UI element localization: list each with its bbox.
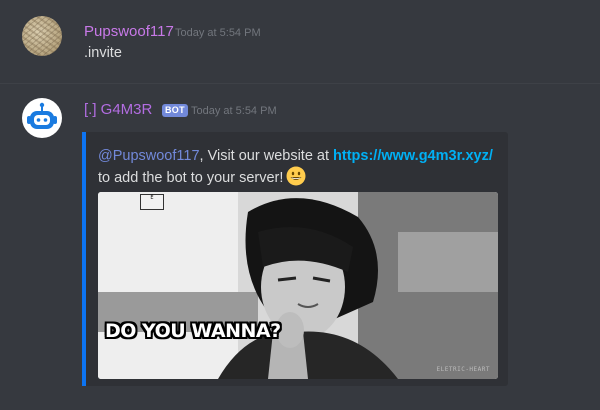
message-timestamp: Today at 5:54 PM [191, 105, 277, 117]
gif-logo: Ë [140, 194, 164, 210]
gif-watermark: ELETRIC-HEART [436, 366, 490, 373]
embed-text: , Visit our website at [199, 148, 334, 164]
user-mention[interactable]: @Pupswoof117 [98, 148, 200, 164]
website-link[interactable]: https://www.g4m3r.xyz/ [333, 148, 493, 164]
grinning-face-icon [286, 166, 306, 186]
username-g4m3r[interactable]: [.] G4M3R [84, 101, 152, 118]
message-2: [.] G4M3R BOT Today at 5:54 PM @Pupswoof… [0, 0, 600, 410]
message-embed: @Pupswoof117, Visit our website at https… [82, 132, 508, 386]
bot-avatar[interactable] [22, 98, 62, 138]
embed-gif-image[interactable]: Ë DO YOU WANNA? ELETRIC-HEART [98, 192, 498, 379]
bot-badge: BOT [162, 104, 188, 117]
robot-icon [27, 102, 57, 129]
gif-illustration [98, 192, 498, 379]
embed-description: @Pupswoof117, Visit our website at https… [98, 146, 498, 188]
gif-caption: DO YOU WANNA? [105, 320, 281, 342]
embed-text-line2: to add the bot to your server! [98, 170, 284, 186]
